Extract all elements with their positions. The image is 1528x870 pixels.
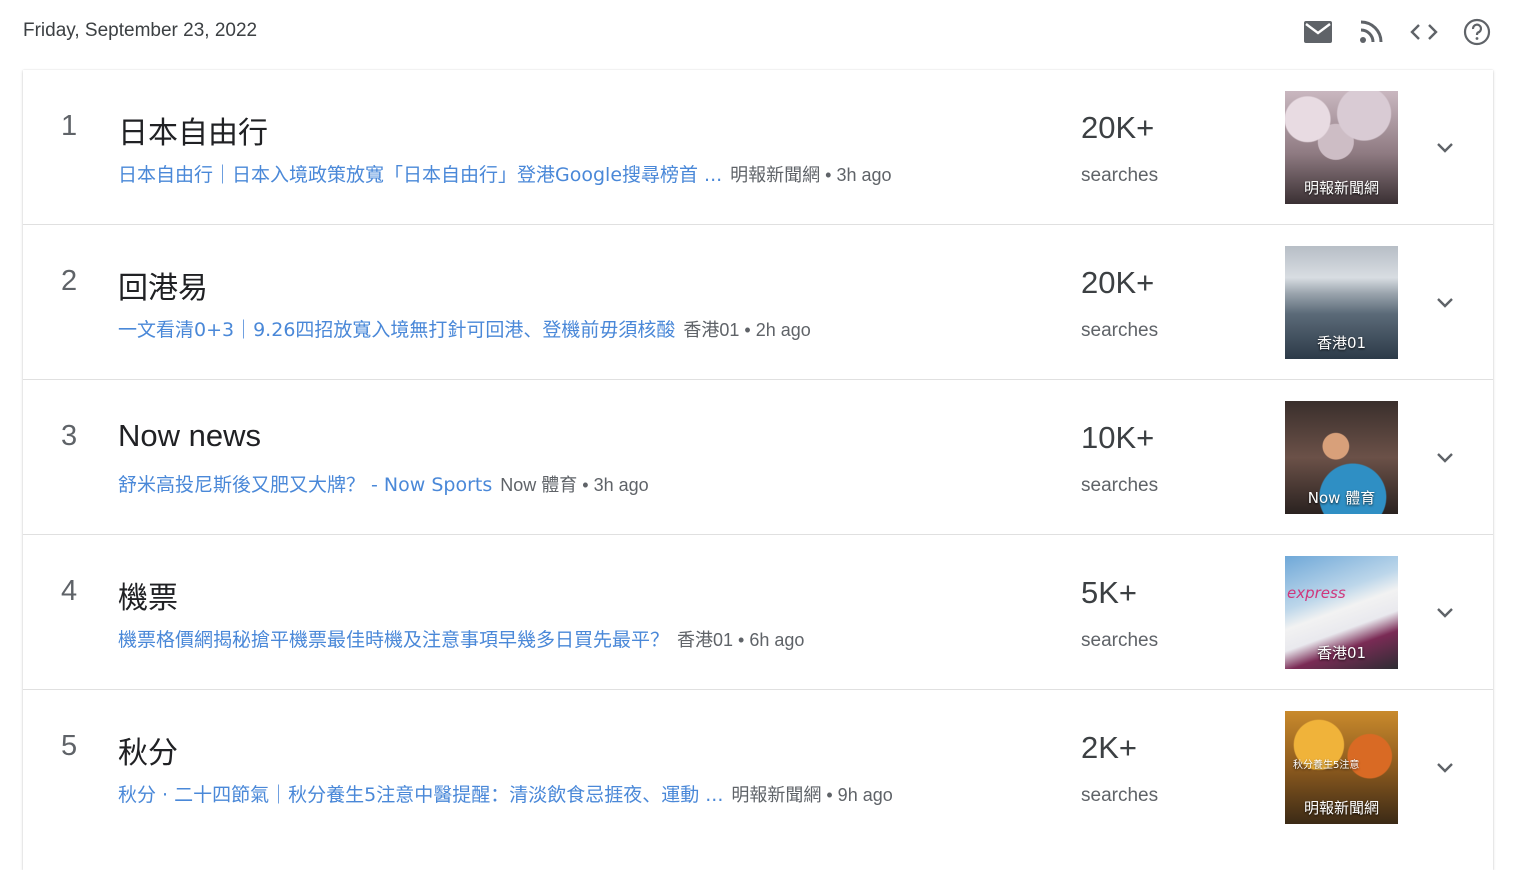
trend-thumbnail[interactable]: 香港01 bbox=[1285, 246, 1398, 359]
trend-thumbnail[interactable]: 秋分養生5注意 明報新聞網 bbox=[1285, 711, 1398, 824]
expand-chevron-icon[interactable] bbox=[1429, 132, 1461, 164]
trending-searches-list: 1 日本自由行 日本自由行｜日本入境政策放寬「日本自由行」登港Google搜尋榜… bbox=[23, 70, 1493, 870]
search-count: 2K+ bbox=[1081, 730, 1138, 765]
article-link[interactable]: 一文看清0+3｜9.26四招放寬入境無打針可回港、登機前毋須核酸 bbox=[118, 319, 675, 341]
search-count: 20K+ bbox=[1081, 265, 1155, 300]
trend-row[interactable]: 2 回港易 一文看清0+3｜9.26四招放寬入境無打針可回港、登機前毋須核酸 香港… bbox=[23, 225, 1493, 380]
expand-chevron-icon[interactable] bbox=[1429, 752, 1461, 784]
expand-chevron-icon[interactable] bbox=[1429, 442, 1461, 474]
mail-icon[interactable] bbox=[1302, 14, 1333, 50]
article-meta: 明報新聞網 • 3h ago bbox=[730, 165, 892, 185]
trend-article: 一文看清0+3｜9.26四招放寬入境無打針可回港、登機前毋須核酸 香港01 • 2… bbox=[118, 315, 811, 342]
article-link[interactable]: 日本自由行｜日本入境政策放寬「日本自由行」登港Google搜尋榜首 ... bbox=[118, 164, 722, 186]
article-link[interactable]: 機票格價網揭秘搶平機票最佳時機及注意事項早幾多日買先最平？ bbox=[118, 629, 669, 651]
trend-title[interactable]: 機票 bbox=[118, 573, 178, 617]
embed-code-icon[interactable] bbox=[1408, 14, 1439, 50]
expand-chevron-icon[interactable] bbox=[1429, 597, 1461, 629]
trend-row[interactable]: 4 機票 機票格價網揭秘搶平機票最佳時機及注意事項早幾多日買先最平？ 香港01 •… bbox=[23, 535, 1493, 690]
trend-thumbnail[interactable]: express 香港01 bbox=[1285, 556, 1398, 669]
trend-rank: 5 bbox=[61, 730, 78, 762]
trend-article: 機票格價網揭秘搶平機票最佳時機及注意事項早幾多日買先最平？ 香港01 • 6h a… bbox=[118, 625, 804, 652]
trend-rank: 2 bbox=[61, 265, 78, 297]
thumbnail-source: Now 體育 bbox=[1307, 489, 1376, 507]
article-meta: 香港01 • 6h ago bbox=[677, 630, 805, 650]
search-count: 5K+ bbox=[1081, 575, 1138, 610]
thumbnail-source: 明報新聞網 bbox=[1303, 799, 1379, 817]
search-count-label: searches bbox=[1081, 165, 1159, 186]
trend-title[interactable]: 秋分 bbox=[118, 728, 178, 772]
trend-row[interactable]: 5 秋分 秋分 · 二十四節氣｜秋分養生5注意中醫提醒：清淡飲食忌捱夜、運動 .… bbox=[23, 690, 1493, 845]
thumbnail-overlay-text: express bbox=[1287, 584, 1346, 602]
expand-chevron-icon[interactable] bbox=[1429, 287, 1461, 319]
thumbnail-source: 明報新聞網 bbox=[1303, 179, 1379, 197]
trend-article: 日本自由行｜日本入境政策放寬「日本自由行」登港Google搜尋榜首 ... 明報新… bbox=[118, 160, 892, 187]
trend-rank: 4 bbox=[61, 575, 78, 607]
trend-article: 秋分 · 二十四節氣｜秋分養生5注意中醫提醒：清淡飲食忌捱夜、運動 ... 明報新… bbox=[118, 780, 893, 807]
header-actions bbox=[1302, 14, 1492, 50]
current-date: Friday, September 23, 2022 bbox=[23, 20, 258, 41]
trend-title[interactable]: Now news bbox=[118, 418, 261, 454]
thumbnail-source: 香港01 bbox=[1316, 644, 1367, 662]
thumbnail-overlay-text: 秋分養生5注意 bbox=[1293, 760, 1360, 771]
article-meta: 明報新聞網 • 9h ago bbox=[731, 785, 893, 805]
trend-rank: 3 bbox=[61, 420, 78, 452]
thumbnail-source: 香港01 bbox=[1316, 334, 1367, 352]
search-count-label: searches bbox=[1081, 320, 1159, 341]
header-bar: Friday, September 23, 2022 bbox=[0, 0, 1528, 68]
trend-thumbnail[interactable]: Now 體育 bbox=[1285, 401, 1398, 514]
trend-row[interactable]: 3 Now news 舒米高投尼斯後又肥又大牌？ - Now Sports Now… bbox=[23, 380, 1493, 535]
search-count-label: searches bbox=[1081, 785, 1159, 806]
article-meta: Now 體育 • 3h ago bbox=[500, 475, 649, 495]
article-link[interactable]: 舒米高投尼斯後又肥又大牌？ - Now Sports bbox=[118, 474, 492, 496]
trend-title[interactable]: 回港易 bbox=[118, 263, 208, 307]
search-count: 10K+ bbox=[1081, 420, 1155, 455]
rss-icon[interactable] bbox=[1355, 14, 1386, 50]
trend-rank: 1 bbox=[61, 110, 78, 142]
search-count-label: searches bbox=[1081, 475, 1159, 496]
trend-title[interactable]: 日本自由行 bbox=[118, 108, 268, 152]
article-link[interactable]: 秋分 · 二十四節氣｜秋分養生5注意中醫提醒：清淡飲食忌捱夜、運動 ... bbox=[118, 784, 723, 806]
trend-thumbnail[interactable]: 明報新聞網 bbox=[1285, 91, 1398, 204]
trend-article: 舒米高投尼斯後又肥又大牌？ - Now Sports Now 體育 • 3h ag… bbox=[118, 470, 649, 497]
help-icon[interactable] bbox=[1461, 14, 1492, 50]
trend-row[interactable]: 1 日本自由行 日本自由行｜日本入境政策放寬「日本自由行」登港Google搜尋榜… bbox=[23, 70, 1493, 225]
article-meta: 香港01 • 2h ago bbox=[683, 320, 811, 340]
search-count-label: searches bbox=[1081, 630, 1159, 651]
search-count: 20K+ bbox=[1081, 110, 1155, 145]
